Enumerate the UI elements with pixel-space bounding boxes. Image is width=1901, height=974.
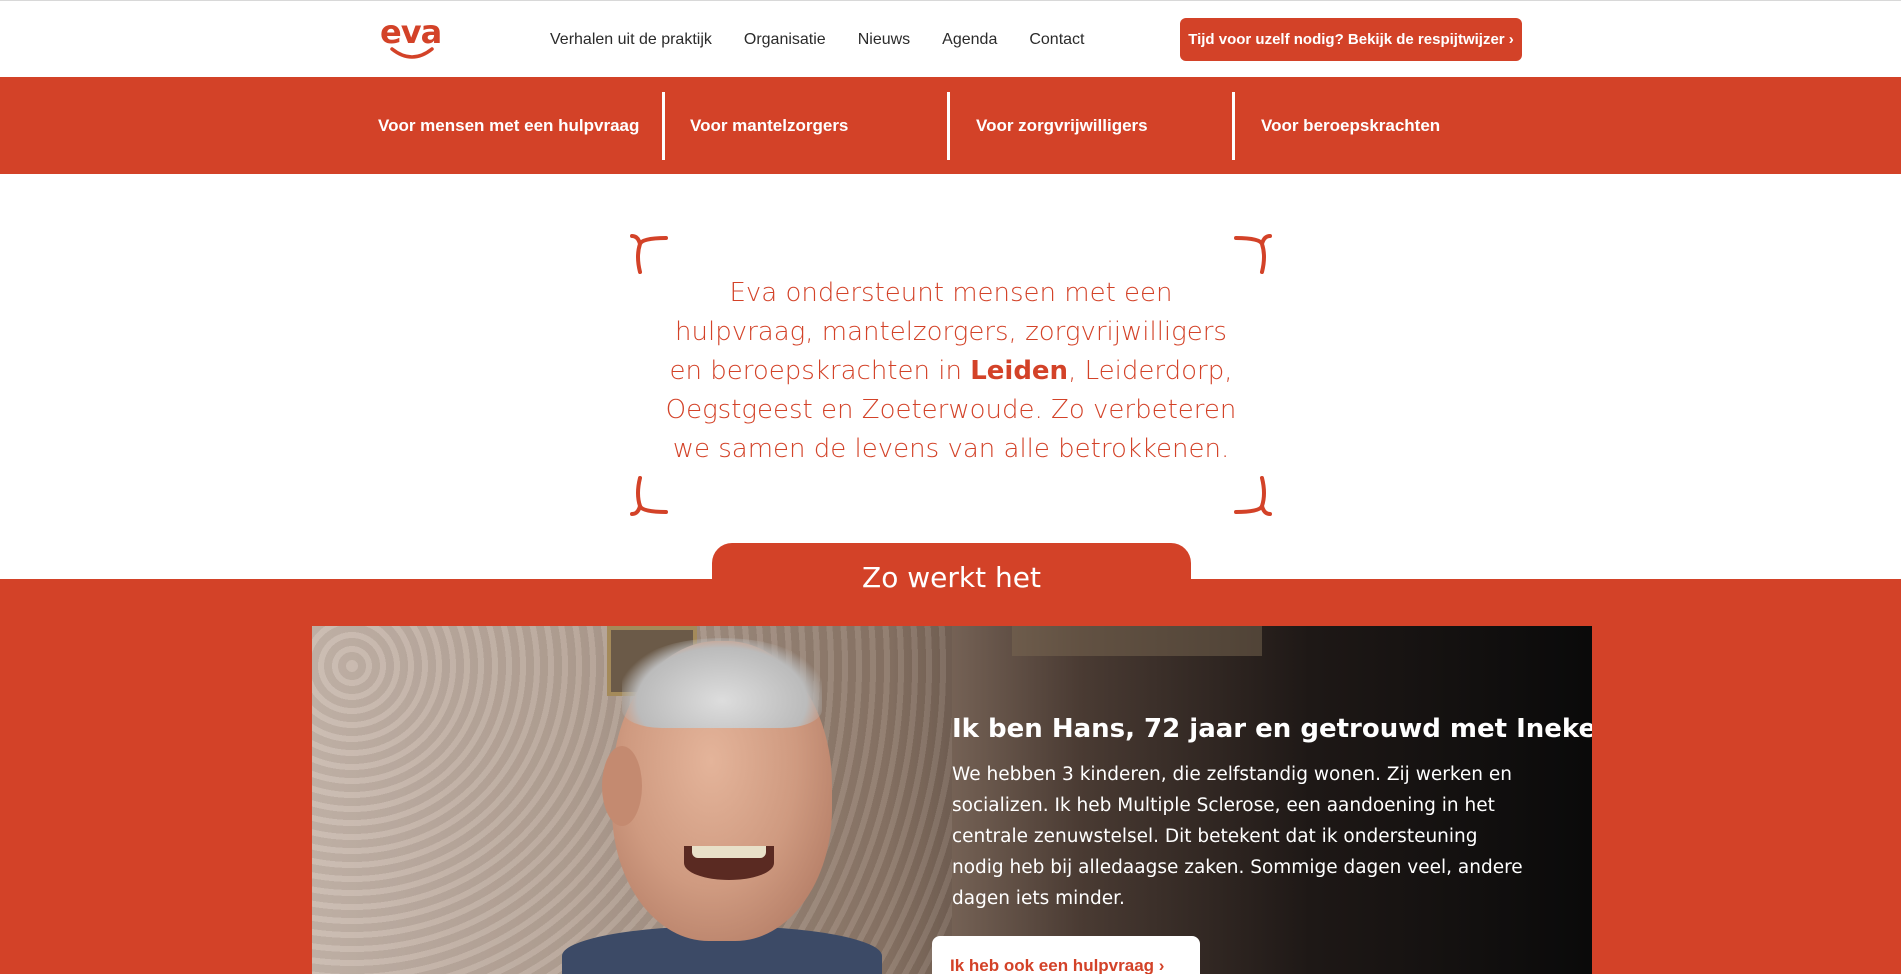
intro-statement: Eva ondersteunt mensen met een hulpvraag… [660, 274, 1242, 469]
audience-divider [1232, 92, 1235, 160]
story-text: We hebben 3 kinderen, die zelfstandig wo… [952, 764, 1523, 909]
photo-ear [602, 746, 642, 826]
nav-nieuws[interactable]: Nieuws [858, 29, 910, 51]
logo-text: eva [380, 13, 442, 51]
nav-verhalen[interactable]: Verhalen uit de praktijk [550, 29, 712, 51]
audience-divider [947, 92, 950, 160]
photo-frame [1012, 626, 1262, 656]
top-navigation: Verhalen uit de praktijk Organisatie Nie… [550, 29, 1116, 51]
audience-band: Voor mensen met een hulpvraag Voor mante… [0, 77, 1901, 174]
audience-divider [662, 92, 665, 160]
respijtwijzer-button[interactable]: Tijd voor uzelf nodig? Bekijk de respijt… [1180, 18, 1522, 61]
story-card: Ik ben Hans, 72 jaar en getrouwd met Ine… [312, 626, 1592, 974]
nav-agenda[interactable]: Agenda [942, 29, 997, 51]
nav-organisatie[interactable]: Organisatie [744, 29, 826, 51]
corner-bracket-icon [630, 234, 668, 274]
audience-mantelzorgers[interactable]: Voor mantelzorgers [690, 92, 848, 160]
smile-icon [390, 47, 434, 59]
story-title: Ik ben Hans, 72 jaar en getrouwd met Ine… [952, 714, 1592, 744]
photo-teeth [692, 846, 766, 858]
intro-city-bold: Leiden [970, 356, 1069, 386]
corner-bracket-icon [1234, 476, 1272, 516]
how-it-works-title: Zo werkt het [712, 543, 1191, 603]
photo-hair [622, 638, 822, 728]
audience-zorgvrijwilligers[interactable]: Voor zorgvrijwilligers [976, 92, 1148, 160]
audience-beroepskrachten[interactable]: Voor beroepskrachten [1261, 92, 1440, 160]
corner-bracket-icon [630, 476, 668, 516]
corner-bracket-icon [1234, 234, 1272, 274]
eva-logo[interactable]: eva [380, 15, 442, 61]
nav-contact[interactable]: Contact [1029, 29, 1084, 51]
audience-hulpvraag[interactable]: Voor mensen met een hulpvraag [378, 92, 639, 160]
hulpvraag-button[interactable]: Ik heb ook een hulpvraag › [932, 936, 1200, 974]
site-header: eva Verhalen uit de praktijk Organisatie… [0, 0, 1901, 77]
